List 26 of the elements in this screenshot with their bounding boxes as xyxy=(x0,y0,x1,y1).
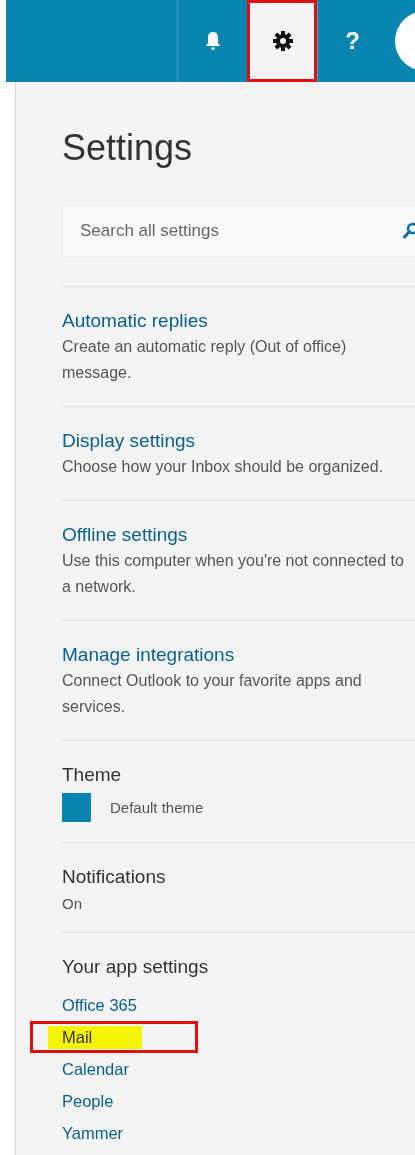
search-field[interactable]: Search all settings xyxy=(62,205,415,257)
settings-description: Use this computer when you're not connected to a network. xyxy=(62,551,405,597)
app-settings-link[interactable]: People xyxy=(62,1091,114,1111)
settings-description: Choose how your Inbox should be organized. xyxy=(62,457,385,477)
settings-link[interactable]: Manage integrations xyxy=(62,643,415,667)
notifications-label: Notifications xyxy=(62,865,167,889)
theme-swatch[interactable] xyxy=(62,793,91,822)
app-settings-link[interactable]: Mail xyxy=(48,1025,143,1049)
settings-title: Settings xyxy=(62,128,194,168)
settings-icon xyxy=(271,30,294,52)
search-icon xyxy=(403,222,415,240)
search-input[interactable]: Search all settings xyxy=(78,220,403,242)
app-settings-link[interactable]: Office 365 xyxy=(62,995,137,1015)
theme-value[interactable]: Default theme xyxy=(110,799,204,816)
notifications-value[interactable]: On xyxy=(62,895,415,912)
app-settings-link[interactable]: Calendar xyxy=(62,1059,129,1079)
settings-description: Connect Outlook to your favorite apps and services. xyxy=(62,671,363,717)
theme-label: Theme xyxy=(62,763,123,787)
settings-link[interactable]: Display settings xyxy=(62,429,415,453)
app-settings-heading: Your app settings xyxy=(62,955,210,979)
settings-link[interactable]: Offline settings xyxy=(62,523,415,547)
app-settings-link[interactable]: Yammer xyxy=(62,1123,124,1143)
settings-button[interactable] xyxy=(247,0,317,82)
settings-link[interactable]: Automatic replies xyxy=(62,309,415,333)
bell-icon xyxy=(204,31,221,51)
settings-description: Create an automatic reply (Out of office) message. xyxy=(62,337,348,383)
